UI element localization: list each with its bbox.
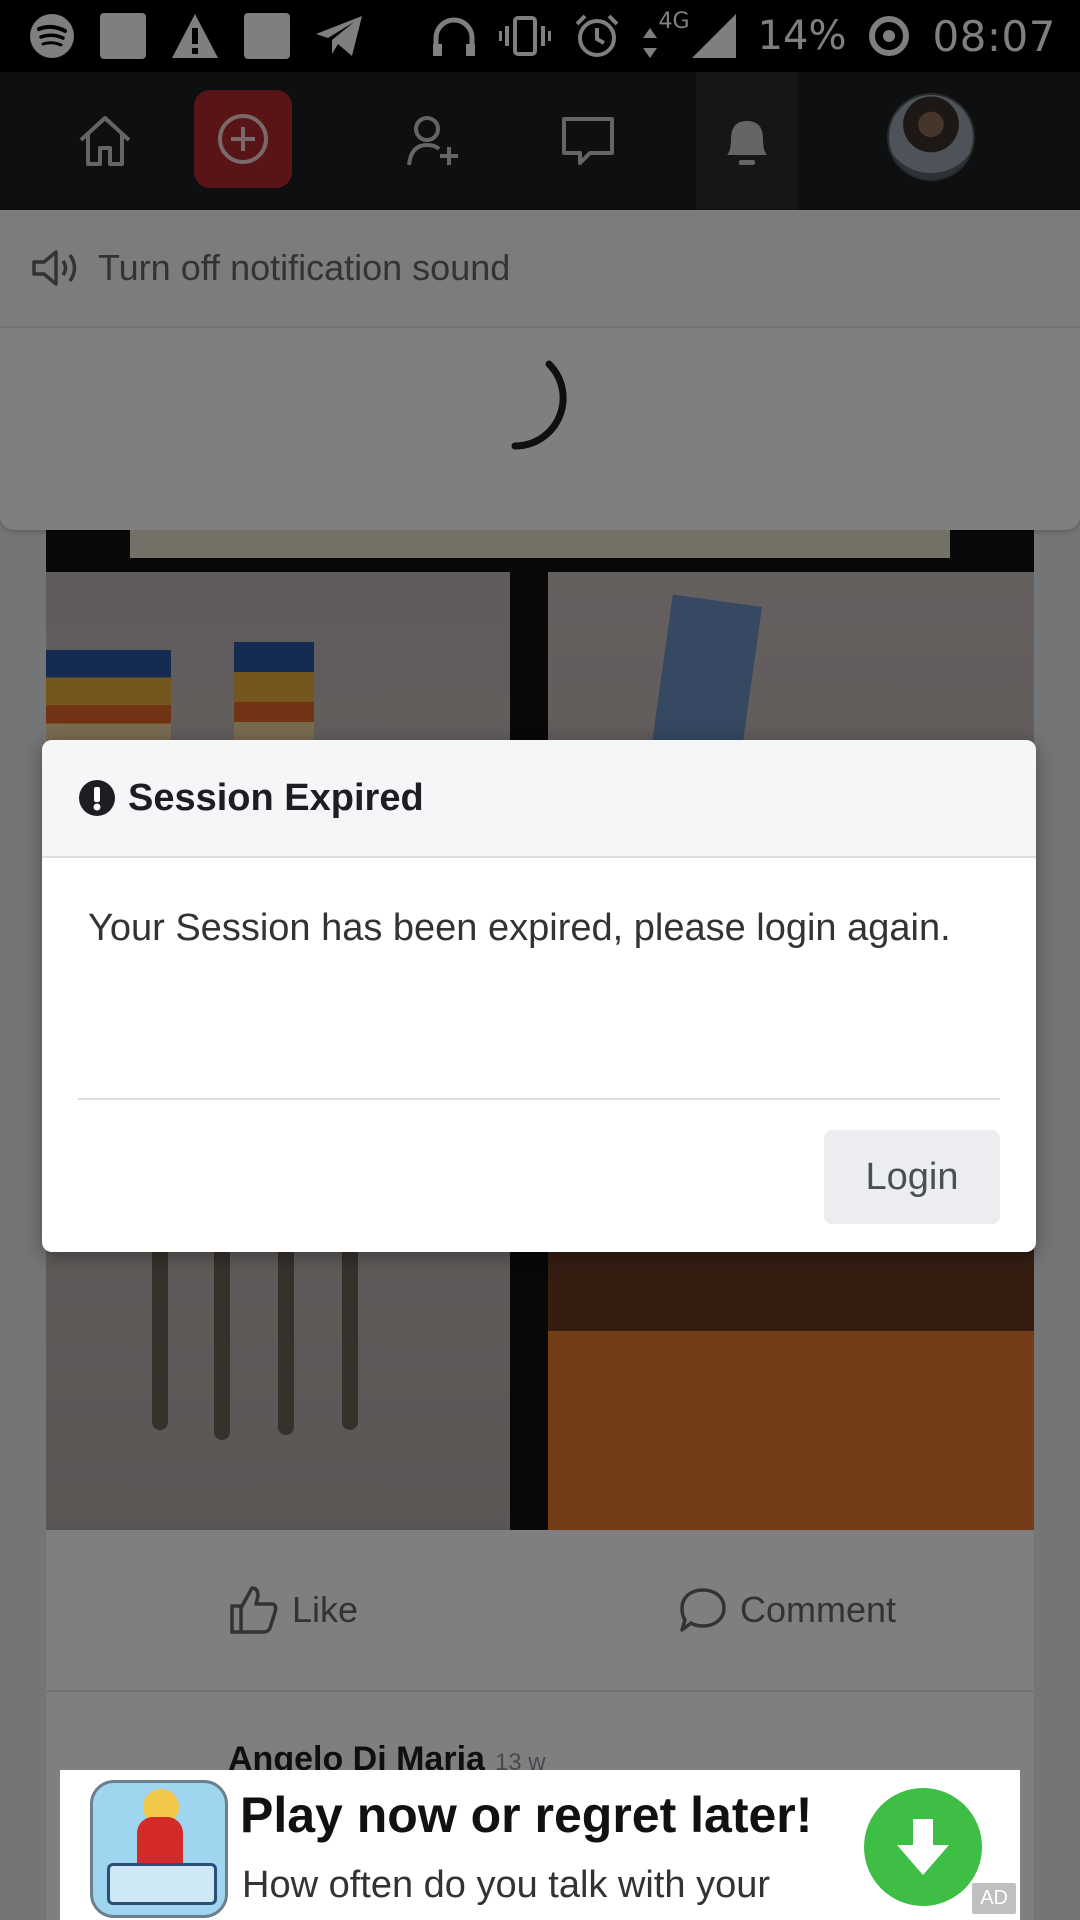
alert-circle-icon (79, 780, 115, 816)
dialog-divider (78, 1098, 1000, 1100)
ad-subtext: How often do you talk with your (242, 1864, 771, 1906)
ad-banner[interactable]: Play now or regret later! How often do y… (60, 1770, 1020, 1920)
dialog-title: Session Expired (128, 776, 424, 819)
session-expired-dialog: Session Expired Your Session has been ex… (42, 740, 1036, 1252)
dialog-header: Session Expired (42, 740, 1036, 858)
ad-badge[interactable]: AD (972, 1883, 1016, 1914)
ad-headline: Play now or regret later! (240, 1787, 813, 1843)
download-arrow-icon (897, 1819, 949, 1875)
screen: 4G 14% 08:07 (0, 0, 1080, 1920)
dialog-message: Your Session has been expired, please lo… (88, 907, 951, 949)
ad-download-button[interactable] (864, 1788, 982, 1906)
ad-app-icon[interactable] (90, 1780, 228, 1918)
login-button[interactable]: Login (824, 1130, 1000, 1224)
